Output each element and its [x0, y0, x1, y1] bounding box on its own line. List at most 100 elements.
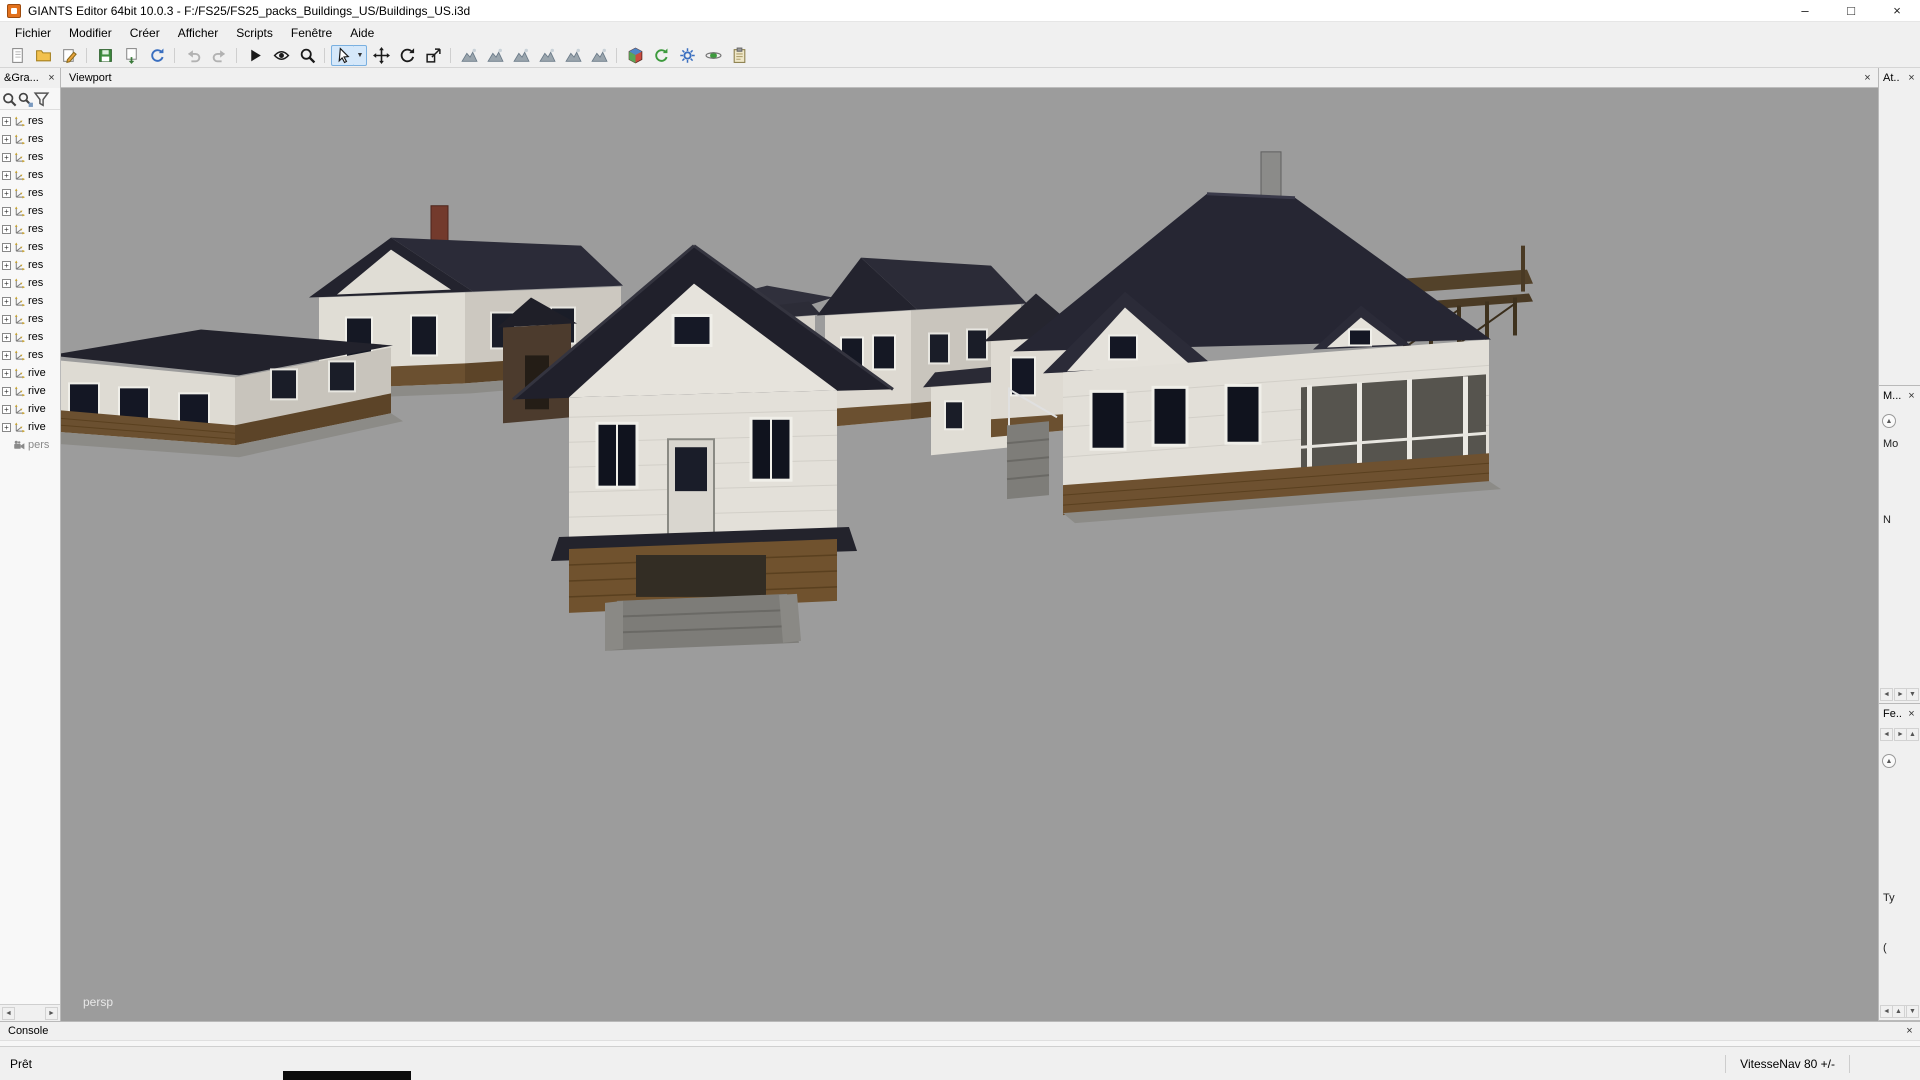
scenegraph-header[interactable]: &Gra... ×	[0, 68, 60, 88]
menu-aide[interactable]: Aide	[341, 24, 383, 42]
terrain-tool-1-button[interactable]	[457, 45, 481, 66]
settings-button[interactable]	[675, 45, 699, 66]
new-file-button[interactable]	[5, 45, 29, 66]
search-icon[interactable]	[1, 91, 16, 106]
terrain-tool-4-button[interactable]	[535, 45, 559, 66]
play-button[interactable]	[243, 45, 267, 66]
expander-icon[interactable]: +	[2, 225, 11, 234]
minimize-button[interactable]: –	[1782, 0, 1828, 21]
tree-item-7[interactable]: +res	[0, 238, 60, 256]
expander-icon[interactable]: +	[2, 405, 11, 414]
material-close-icon[interactable]: ×	[1905, 390, 1918, 402]
expander-icon[interactable]: +	[2, 297, 11, 306]
viewport-close-icon[interactable]: ×	[1861, 72, 1874, 84]
reload-textures-button[interactable]	[649, 45, 673, 66]
tree-item-0[interactable]: +res	[0, 112, 60, 130]
house-ranch-left[interactable]	[61, 329, 403, 457]
menu-scripts[interactable]: Scripts	[227, 24, 282, 42]
expander-icon[interactable]: +	[2, 207, 11, 216]
tree-item-6[interactable]: +res	[0, 220, 60, 238]
tree-item-15[interactable]: +rive	[0, 382, 60, 400]
collapse-up-button[interactable]: ▲	[1882, 414, 1896, 428]
viewport-canvas[interactable]: persp	[61, 88, 1878, 1021]
expander-icon[interactable]: +	[2, 243, 11, 252]
tree-item-11[interactable]: +res	[0, 310, 60, 328]
visibility-button[interactable]	[269, 45, 293, 66]
translate-button[interactable]	[369, 45, 393, 66]
tree-item-4[interactable]: +res	[0, 184, 60, 202]
scroll-up-button[interactable]: ▲	[1892, 1005, 1905, 1018]
scenegraph-hscrollbar[interactable]: ◄ ►	[0, 1004, 60, 1021]
terrain-close-icon[interactable]: ×	[1905, 708, 1918, 720]
terrain-tool-2-button[interactable]	[483, 45, 507, 66]
tree-item-2[interactable]: +res	[0, 148, 60, 166]
terrain-tool-5-button[interactable]	[561, 45, 585, 66]
scenegraph-tree[interactable]: +res+res+res+res+res+res+res+res+res+res…	[0, 110, 60, 1004]
scroll-right-button[interactable]: ►	[45, 1007, 58, 1020]
select-button[interactable]	[331, 45, 355, 66]
expander-icon[interactable]: +	[2, 279, 11, 288]
scroll-up-button[interactable]: ▲	[1906, 728, 1919, 741]
edit-file-button[interactable]	[57, 45, 81, 66]
scroll-left-button[interactable]: ◄	[1880, 688, 1893, 701]
expander-icon[interactable]: +	[2, 171, 11, 180]
expander-icon[interactable]: +	[2, 369, 11, 378]
terrain-header[interactable]: Fe.. ×	[1879, 704, 1920, 724]
render-mode-button[interactable]	[701, 45, 725, 66]
console-close-icon[interactable]: ×	[1903, 1025, 1916, 1037]
filter-icon[interactable]	[33, 91, 48, 106]
scroll-left-button[interactable]: ◄	[1880, 728, 1893, 741]
tree-item-9[interactable]: +res	[0, 274, 60, 292]
tree-item-5[interactable]: +res	[0, 202, 60, 220]
scenegraph-close-icon[interactable]: ×	[45, 72, 58, 84]
export-file-button[interactable]	[119, 45, 143, 66]
expander-icon[interactable]: +	[2, 117, 11, 126]
tree-item-17[interactable]: +rive	[0, 418, 60, 436]
tree-item-14[interactable]: +rive	[0, 364, 60, 382]
scroll-down-button[interactable]: ▼	[1906, 688, 1919, 701]
scroll-left-button[interactable]: ◄	[2, 1007, 15, 1020]
menu-modifier[interactable]: Modifier	[60, 24, 121, 42]
scroll-down-button[interactable]: ▼	[1906, 1005, 1919, 1018]
expander-icon[interactable]: +	[2, 333, 11, 342]
house-right-large[interactable]	[1007, 152, 1501, 523]
close-button[interactable]: ×	[1874, 0, 1920, 21]
reload-scene-button[interactable]	[145, 45, 169, 66]
open-file-button[interactable]	[31, 45, 55, 66]
zoom-button[interactable]	[295, 45, 319, 66]
tree-item-13[interactable]: +res	[0, 346, 60, 364]
menu-creer[interactable]: Créer	[121, 24, 169, 42]
expander-icon[interactable]: +	[2, 315, 11, 324]
axis-cube-button[interactable]	[623, 45, 647, 66]
material-header[interactable]: M... ×	[1879, 386, 1920, 406]
rotate-button[interactable]	[395, 45, 419, 66]
menu-fenetre[interactable]: Fenêtre	[282, 24, 341, 42]
menu-afficher[interactable]: Afficher	[169, 24, 227, 42]
tree-item-1[interactable]: +res	[0, 130, 60, 148]
tree-item-8[interactable]: +res	[0, 256, 60, 274]
expander-icon[interactable]: +	[2, 387, 11, 396]
paste-button[interactable]	[727, 45, 751, 66]
console-header[interactable]: Console ×	[0, 1022, 1920, 1040]
expander-icon[interactable]: +	[2, 261, 11, 270]
menu-fichier[interactable]: Fichier	[6, 24, 60, 42]
expander-icon[interactable]: +	[2, 189, 11, 198]
undo-button[interactable]	[181, 45, 205, 66]
expander-icon[interactable]: +	[2, 135, 11, 144]
maximize-button[interactable]: □	[1828, 0, 1874, 21]
redo-button[interactable]	[207, 45, 231, 66]
expander-icon[interactable]: +	[2, 351, 11, 360]
attributes-header[interactable]: At.. ×	[1879, 68, 1920, 88]
viewport-tab[interactable]: Viewport ×	[61, 68, 1878, 88]
select-dropdown[interactable]: ▼	[354, 45, 367, 66]
tree-item-16[interactable]: +rive	[0, 400, 60, 418]
expander-icon[interactable]: +	[2, 423, 11, 432]
attributes-close-icon[interactable]: ×	[1905, 72, 1918, 84]
scale-button[interactable]	[421, 45, 445, 66]
search-advanced-icon[interactable]	[17, 91, 32, 106]
tree-item-10[interactable]: +res	[0, 292, 60, 310]
expander-icon[interactable]: +	[2, 153, 11, 162]
terrain-tool-6-button[interactable]	[587, 45, 611, 66]
terrain-tool-3-button[interactable]	[509, 45, 533, 66]
tree-item-12[interactable]: +res	[0, 328, 60, 346]
